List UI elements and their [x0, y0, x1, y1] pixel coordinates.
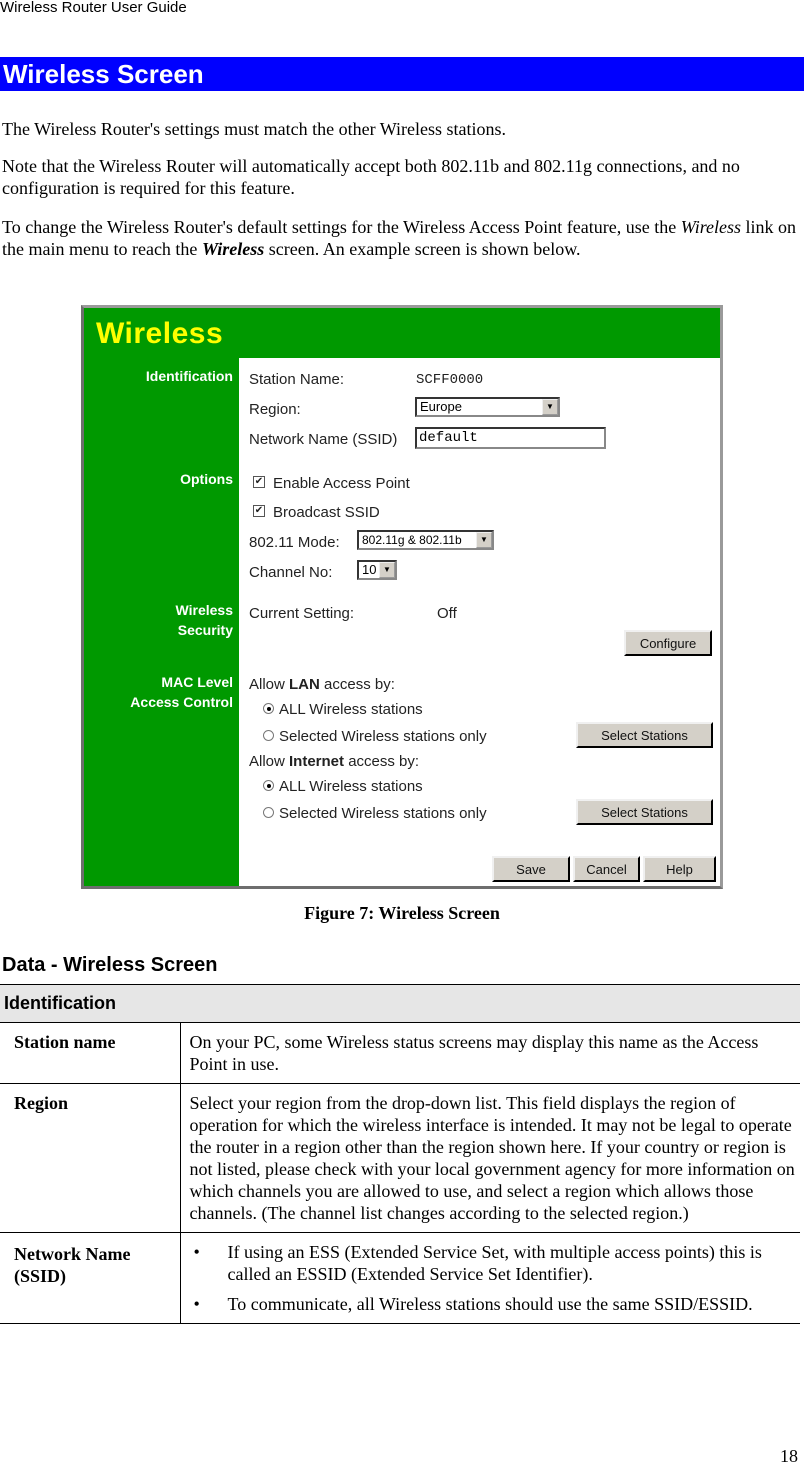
table-description: On your PC, some Wireless status screens… [180, 1022, 800, 1084]
bullet-list: • If using an ESS (Extended Service Set, … [190, 1241, 797, 1315]
channel-label: Channel No: [249, 564, 333, 581]
figure-caption: Figure 7: Wireless Screen [304, 903, 500, 923]
text-run: Allow [249, 676, 290, 693]
allow-internet-label: Allow Internet access by: [249, 753, 419, 771]
settings-panel: Station Name: SCFF0000 Region: Europe ▼ … [239, 358, 720, 886]
internet-selected-stations-option[interactable]: Selected Wireless stations only [263, 805, 487, 823]
radio-label: Selected Wireless stations only [279, 728, 487, 745]
text-run: screen. An example screen is shown below… [264, 239, 581, 259]
region-selected-value: Europe [420, 399, 462, 414]
dropdown-arrow-icon[interactable]: ▼ [379, 562, 395, 578]
internet-all-stations-option[interactable]: ALL Wireless stations [263, 778, 423, 796]
radio-label: ALL Wireless stations [279, 778, 423, 795]
internet-select-stations-button[interactable]: Select Stations [576, 799, 713, 825]
ssid-label: Network Name (SSID) [249, 431, 398, 448]
note-paragraph: Note that the Wireless Router will autom… [2, 156, 740, 198]
dropdown-arrow-icon[interactable]: ▼ [476, 532, 492, 548]
text-run: access by: [344, 753, 420, 770]
region-select[interactable]: Europe ▼ [415, 397, 560, 417]
table-term: Region [0, 1083, 181, 1233]
checkbox-label: Broadcast SSID [273, 504, 380, 521]
data-heading: Data - Wireless Screen [2, 954, 218, 976]
table-description: Select your region from the drop-down li… [180, 1083, 800, 1233]
radio-label: Selected Wireless stations only [279, 805, 487, 822]
bullet-item: • To communicate, all Wireless stations s… [190, 1293, 797, 1315]
table-group-row: Identification [0, 984, 800, 1023]
mode-selected-value: 802.11g & 802.11b [362, 533, 462, 547]
checkbox-label: Enable Access Point [273, 475, 410, 492]
label-line: Access Control [130, 694, 233, 710]
save-button[interactable]: Save [492, 856, 570, 882]
data-table: Identification Station name On your PC, … [0, 984, 800, 1324]
lan-select-stations-button[interactable]: Select Stations [576, 722, 713, 748]
table-group-label: Identification [0, 984, 800, 1023]
allow-lan-label: Allow LAN access by: [249, 676, 395, 694]
lan-selected-stations-radio[interactable] [263, 729, 274, 741]
figure-title: Wireless [96, 317, 224, 350]
internet-emphasis: Internet [289, 753, 345, 770]
text-run: Allow [249, 753, 290, 770]
bullet-icon: • [193, 1294, 200, 1314]
running-header: Wireless Router User Guide [0, 0, 187, 16]
wireless-screen-figure: Wireless Identification Options Wireless… [81, 305, 723, 889]
help-button[interactable]: Help [643, 856, 716, 882]
wireless-screen-reference: Wireless [201, 239, 265, 259]
bullet-item: • If using an ESS (Extended Service Set, … [190, 1241, 797, 1285]
enable-access-point-checkbox[interactable]: ✔ [253, 476, 265, 489]
table-term: Station name [0, 1022, 181, 1084]
radio-label: ALL Wireless stations [279, 701, 423, 718]
bullet-text: To communicate, all Wireless stations sh… [227, 1294, 753, 1314]
wireless-link-reference: Wireless [680, 217, 742, 237]
text-run: access by: [319, 676, 395, 693]
broadcast-ssid-option[interactable]: ✔ Broadcast SSID [253, 504, 380, 522]
instruction-paragraph: To change the Wireless Router's default … [2, 216, 804, 260]
section-title: Wireless Screen [3, 59, 204, 89]
cancel-button[interactable]: Cancel [573, 856, 640, 882]
channel-selected-value: 10 [362, 562, 377, 577]
mode-label: 802.11 Mode: [249, 534, 340, 551]
intro-paragraph: The Wireless Router's settings must matc… [2, 119, 507, 139]
table-term: Network Name (SSID) [0, 1232, 181, 1324]
label-line: MAC Level [161, 674, 233, 690]
current-setting-value: Off [437, 605, 457, 622]
internet-selected-stations-radio[interactable] [263, 806, 274, 818]
channel-select[interactable]: 10 ▼ [357, 560, 397, 580]
lan-all-stations-radio[interactable] [263, 702, 274, 714]
table-row: Network Name (SSID) • If using an ESS (Ex… [0, 1232, 800, 1324]
dropdown-arrow-icon[interactable]: ▼ [542, 399, 558, 415]
label-line: Wireless [175, 602, 233, 618]
lan-all-stations-option[interactable]: ALL Wireless stations [263, 701, 423, 719]
region-label: Region: [249, 401, 301, 418]
station-name-label: Station Name: [249, 371, 345, 388]
table-row: Station name On your PC, some Wireless s… [0, 1022, 800, 1084]
ssid-input[interactable]: default [415, 427, 606, 449]
lan-emphasis: LAN [289, 676, 320, 693]
section-title-bar: Wireless Screen [0, 57, 804, 91]
section-label-identification: Identification [145, 368, 233, 384]
lan-selected-stations-option[interactable]: Selected Wireless stations only [263, 728, 487, 746]
broadcast-ssid-checkbox[interactable]: ✔ [253, 505, 265, 518]
current-setting-label: Current Setting: [249, 605, 355, 622]
section-label-wireless-security: Wireless Security [176, 600, 233, 640]
station-name-value: SCFF0000 [416, 372, 484, 388]
bullet-text: If using an ESS (Extended Service Set, w… [227, 1242, 762, 1284]
section-label-options: Options [180, 471, 233, 487]
label-line: Security [177, 622, 233, 638]
text-run: To change the Wireless Router's default … [2, 217, 681, 237]
table-row: Region Select your region from the drop-… [0, 1083, 800, 1233]
table-description: • If using an ESS (Extended Service Set, … [180, 1232, 800, 1324]
section-label-mac-access-control: MAC Level Access Control [130, 672, 233, 712]
configure-button[interactable]: Configure [624, 630, 712, 656]
page-number: 18 [780, 1446, 798, 1466]
bullet-icon: • [193, 1242, 200, 1262]
internet-all-stations-radio[interactable] [263, 779, 274, 791]
mode-select[interactable]: 802.11g & 802.11b ▼ [357, 530, 494, 550]
enable-access-point-option[interactable]: ✔ Enable Access Point [253, 475, 410, 493]
